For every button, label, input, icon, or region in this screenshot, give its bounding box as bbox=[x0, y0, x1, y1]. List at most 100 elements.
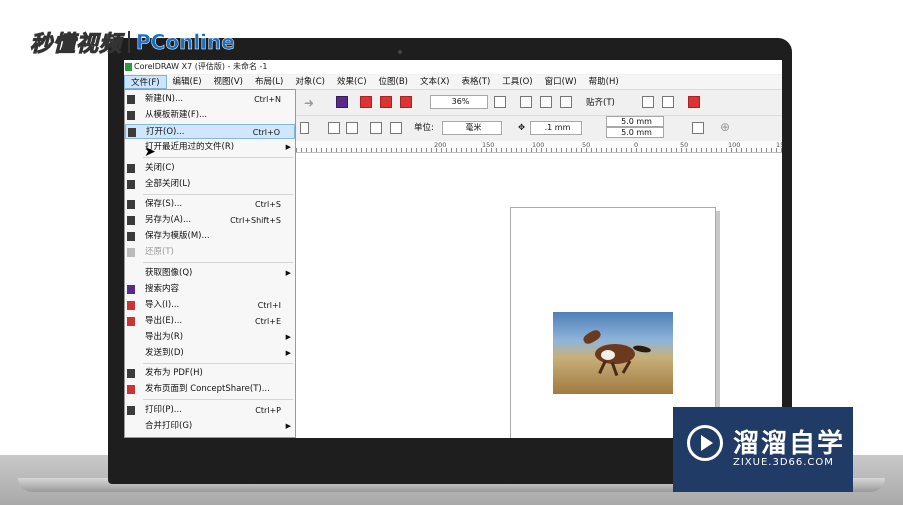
nudge-distance-input[interactable]: .1 mm bbox=[530, 121, 582, 135]
horse-leg bbox=[610, 361, 619, 377]
horse-patch bbox=[601, 350, 615, 360]
badge-url: ZIXUE.3D66.COM bbox=[733, 457, 834, 468]
menu-separator bbox=[143, 262, 293, 263]
menu-item-save[interactable]: 保存(S)... Ctrl+S bbox=[125, 197, 295, 212]
fullscreen-icon[interactable] bbox=[520, 96, 532, 108]
menu-item-export[interactable]: 导出(E)... Ctrl+E bbox=[125, 314, 295, 329]
menu-item-save-as-template[interactable]: 保存为模版(M)... bbox=[125, 229, 295, 244]
page-size-stepper[interactable] bbox=[300, 122, 309, 134]
new-icon bbox=[127, 95, 135, 104]
horse-leg bbox=[598, 360, 607, 374]
menu-item-save-as[interactable]: 另存为(A)... Ctrl+Shift+S bbox=[125, 213, 295, 228]
publish-pdf-icon bbox=[127, 369, 135, 378]
zoom-fit-icon[interactable] bbox=[494, 96, 506, 108]
document-page[interactable] bbox=[510, 207, 716, 438]
drawing-canvas[interactable] bbox=[296, 153, 782, 438]
add-page-icon[interactable]: ⊕ bbox=[720, 120, 730, 134]
menu-effects[interactable]: 效果(C) bbox=[331, 75, 373, 89]
conceptshare-icon bbox=[127, 385, 135, 394]
submenu-arrow-icon: ▶ bbox=[285, 269, 291, 277]
close-icon bbox=[127, 164, 135, 173]
submenu-arrow-icon: ▶ bbox=[285, 422, 291, 430]
menu-separator bbox=[143, 157, 293, 158]
menu-view[interactable]: 视图(V) bbox=[208, 75, 249, 89]
menu-item-import[interactable]: 导入(I)... Ctrl+I bbox=[125, 298, 295, 313]
horse-photo[interactable] bbox=[553, 312, 673, 394]
menu-bitmaps[interactable]: 位图(B) bbox=[373, 75, 414, 89]
watermark-divider bbox=[128, 31, 131, 53]
menu-item-open[interactable]: 打开(O)... Ctrl+O bbox=[125, 124, 295, 139]
file-menu-dropdown: 新建(N)... Ctrl+N 从模板新建(F)... 打开(O)... Ctrl+… bbox=[124, 89, 296, 438]
menu-item-print[interactable]: 打印(P)... Ctrl+P bbox=[125, 403, 295, 418]
watermark-brand-a: 秒懂视频 bbox=[29, 31, 123, 58]
ruler-ticks bbox=[296, 148, 782, 152]
menu-item-publish-pdf[interactable]: 发布为 PDF(H) bbox=[125, 366, 295, 381]
open-icon bbox=[128, 128, 136, 137]
menu-item-new-from-template[interactable]: 从模板新建(F)... bbox=[125, 108, 295, 123]
coreldraw-app-icon bbox=[125, 63, 132, 71]
options-icon[interactable] bbox=[642, 96, 654, 108]
menu-item-export-for[interactable]: 导出为(R) ▶ bbox=[125, 330, 295, 345]
menu-object[interactable]: 对象(C) bbox=[289, 75, 331, 89]
top-watermark: 秒懂视频 PConline bbox=[29, 25, 235, 59]
nudge-icon: ✥ bbox=[518, 123, 526, 133]
duplicate-x-input[interactable]: 5.0 mm bbox=[606, 116, 664, 127]
template-icon bbox=[127, 111, 135, 120]
mouse-cursor-icon: ➤ bbox=[144, 144, 156, 160]
application-launcher-icon[interactable] bbox=[662, 96, 674, 108]
search-content-icon[interactable] bbox=[336, 96, 348, 108]
menu-item-new[interactable]: 新建(N)... Ctrl+N bbox=[125, 92, 295, 107]
welcome-screen-icon[interactable] bbox=[688, 96, 700, 108]
import-icon bbox=[127, 301, 135, 310]
import-icon[interactable] bbox=[360, 96, 372, 108]
menu-tools[interactable]: 工具(O) bbox=[496, 75, 538, 89]
export-icon[interactable] bbox=[380, 96, 392, 108]
watermark-brand-b: PConline bbox=[136, 30, 235, 55]
export-icon bbox=[127, 317, 135, 326]
menu-item-close[interactable]: 关闭(C) bbox=[125, 161, 295, 176]
menu-item-publish-conceptshare[interactable]: 发布页面到 ConceptShare(T)... bbox=[125, 382, 295, 397]
menu-item-close-all[interactable]: 全部关闭(L) bbox=[125, 177, 295, 192]
menu-text[interactable]: 文本(X) bbox=[414, 75, 455, 89]
zoom-select[interactable]: 36% bbox=[430, 95, 488, 109]
horse-neck bbox=[581, 328, 603, 346]
title-bar: CorelDRAW X7 (评估版) - 未命名 -1 bbox=[124, 60, 782, 74]
menu-separator bbox=[143, 399, 293, 400]
redo-icon[interactable]: ➜ bbox=[304, 96, 314, 110]
menu-bar: 文件(F) 编辑(E) 视图(V) 布局(L) 对象(C) 效果(C) 位图(B… bbox=[124, 75, 782, 90]
menu-item-revert: 还原(T) bbox=[125, 245, 295, 260]
app-window: CorelDRAW X7 (评估版) - 未命名 -1 文件(F) 编辑(E) … bbox=[124, 60, 782, 438]
submenu-arrow-icon: ▶ bbox=[285, 349, 291, 357]
horse-tail bbox=[632, 344, 652, 354]
menu-help[interactable]: 帮助(H) bbox=[583, 75, 625, 89]
save-icon bbox=[127, 200, 135, 209]
menu-edit[interactable]: 编辑(E) bbox=[167, 75, 208, 89]
portrait-icon[interactable] bbox=[328, 122, 340, 134]
landscape-icon[interactable] bbox=[346, 122, 358, 134]
show-grid-icon[interactable] bbox=[560, 96, 572, 108]
close-all-icon bbox=[127, 180, 135, 189]
search-content-icon bbox=[127, 285, 135, 294]
menu-item-search-content[interactable]: 搜索内容 bbox=[125, 282, 295, 297]
menu-window[interactable]: 窗口(W) bbox=[539, 75, 583, 89]
revert-icon bbox=[127, 248, 135, 257]
submenu-arrow-icon: ▶ bbox=[285, 333, 291, 341]
menu-file[interactable]: 文件(F) bbox=[124, 75, 167, 89]
treat-as-filled-icon[interactable] bbox=[692, 122, 704, 134]
publish-pdf-icon[interactable] bbox=[400, 96, 412, 108]
standard-toolbar: ➜ 36% 贴齐(T) bbox=[296, 91, 782, 113]
menu-item-acquire-image[interactable]: 获取图像(Q) ▶ bbox=[125, 266, 295, 281]
current-page-icon[interactable] bbox=[390, 122, 402, 134]
menu-table[interactable]: 表格(T) bbox=[455, 75, 496, 89]
show-rulers-icon[interactable] bbox=[540, 96, 552, 108]
horizontal-ruler: 200 150 100 50 0 50 100 150 bbox=[296, 141, 782, 153]
duplicate-y-input[interactable]: 5.0 mm bbox=[606, 127, 664, 138]
units-select[interactable]: 毫米 bbox=[442, 121, 502, 135]
menu-layout[interactable]: 布局(L) bbox=[249, 75, 289, 89]
all-pages-icon[interactable] bbox=[370, 122, 382, 134]
save-template-icon bbox=[127, 232, 135, 241]
menu-item-send-to[interactable]: 发送到(D) ▶ bbox=[125, 346, 295, 361]
property-bar: 单位: 毫米 ✥ .1 mm 5.0 mm 5.0 mm ⊕ bbox=[296, 115, 782, 140]
menu-item-print-merge[interactable]: 合并打印(G) ▶ bbox=[125, 419, 295, 434]
snap-to-dropdown[interactable]: 贴齐(T) bbox=[586, 96, 615, 110]
